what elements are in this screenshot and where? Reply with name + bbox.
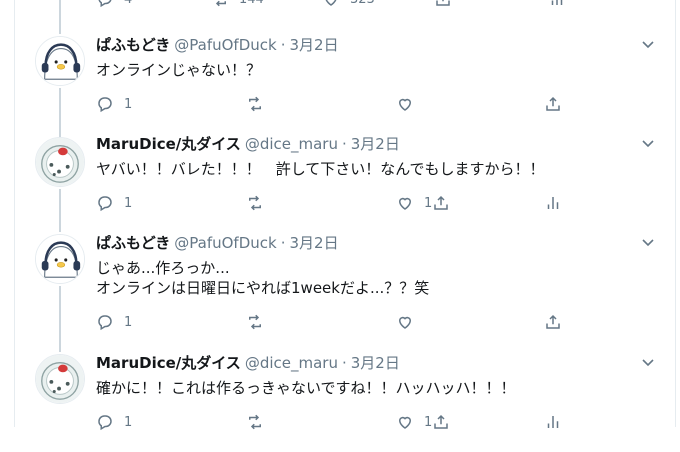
- tweet-header: ぱふもどき @PafuOfDuck · 3月2日: [96, 34, 339, 55]
- tweet[interactable]: MaruDice/丸ダイス @dice_maru · 3月2日確かに！！これは作るっき…: [14, 312, 674, 452]
- duck-avatar[interactable]: [35, 36, 85, 86]
- tweet-text: ヤバい！！バレた！！！ 許して下さい！なんでもしますから！！: [96, 160, 545, 178]
- reply-count: 4: [124, 0, 132, 7]
- separator: ·: [341, 135, 347, 153]
- reply-icon: [98, 196, 112, 212]
- tweet-text: 確かに！！これは作るっきゃないですね！！ハッハッハ！！！: [96, 379, 516, 397]
- analytics-button[interactable]: [544, 194, 562, 212]
- reply-count: 1: [124, 195, 133, 211]
- reply-button[interactable]: 1: [96, 413, 132, 431]
- user-handle[interactable]: @dice_maru: [245, 135, 338, 153]
- chevron-down-icon[interactable]: [640, 135, 656, 151]
- share-button[interactable]: [544, 95, 562, 113]
- like-button[interactable]: [396, 95, 424, 113]
- heart-icon: [398, 416, 412, 429]
- tweet-date[interactable]: 3月2日: [351, 135, 400, 153]
- reply-count: 1: [124, 414, 133, 430]
- like-button[interactable]: 1: [396, 413, 432, 431]
- reply-count: 1: [124, 314, 133, 330]
- display-name[interactable]: ぱふもどき: [96, 36, 170, 54]
- tweet[interactable]: ぱふもどき @PafuOfDuck · 3月2日じゃあ...作ろっか... オンライン…: [14, 202, 674, 348]
- chevron-down-icon[interactable]: [640, 36, 656, 52]
- retweet-icon: [215, 0, 226, 7]
- retweet-button[interactable]: [246, 413, 264, 431]
- separator: ·: [280, 36, 286, 54]
- analytics-icon: [547, 416, 559, 428]
- tweet-header: MaruDice/丸ダイス @dice_maru · 3月2日: [96, 133, 400, 154]
- user-handle[interactable]: @PafuOfDuck: [174, 36, 276, 54]
- reply-button[interactable]: 4: [96, 0, 132, 8]
- previous-tweet-actions: 4 144 323: [96, 0, 576, 10]
- reply-icon: [98, 0, 112, 8]
- tweet-date[interactable]: 3月2日: [289, 234, 338, 252]
- share-icon: [434, 195, 448, 210]
- user-handle[interactable]: @dice_maru: [245, 354, 338, 372]
- thread-line: [59, 202, 61, 232]
- retweet-count: 144: [239, 0, 264, 7]
- tweet[interactable]: ぱふもどき @PafuOfDuck · 3月2日 オンラインじゃない！？ 1: [14, 0, 674, 148]
- tweet-date[interactable]: 3月2日: [351, 354, 400, 372]
- thread-line: [59, 103, 61, 135]
- retweet-icon: [249, 195, 261, 211]
- tweet-actions: 1: [96, 95, 576, 115]
- share-button[interactable]: [544, 313, 562, 331]
- tweet-actions: 1: [96, 313, 576, 333]
- analytics-icon: [551, 0, 563, 5]
- separator: ·: [341, 354, 347, 372]
- share-button[interactable]: [432, 194, 450, 212]
- share-icon: [436, 0, 450, 6]
- tweet-date[interactable]: 3月2日: [289, 36, 338, 54]
- heart-icon: [398, 98, 412, 111]
- tweet-text: じゃあ...作ろっか... オンラインは日曜日にやれば1weekだよ...？？笑: [96, 259, 430, 297]
- retweet-button[interactable]: [246, 194, 264, 212]
- tweet-header: ぱふもどき @PafuOfDuck · 3月2日: [96, 232, 339, 253]
- share-button[interactable]: [434, 0, 452, 8]
- retweet-button[interactable]: [246, 313, 264, 331]
- tweet-actions: 11: [96, 194, 566, 214]
- analytics-icon: [547, 197, 559, 209]
- reply-icon: [98, 315, 112, 331]
- like-count: 323: [350, 0, 375, 7]
- retweet-button[interactable]: 144: [211, 0, 264, 8]
- like-button[interactable]: [396, 313, 424, 331]
- separator: ·: [280, 234, 286, 252]
- duck-avatar[interactable]: [35, 234, 85, 284]
- reply-count: 1: [124, 96, 133, 112]
- reply-button[interactable]: 1: [96, 313, 132, 331]
- retweet-icon: [249, 96, 261, 112]
- display-name[interactable]: MaruDice/丸ダイス: [96, 135, 241, 153]
- retweet-icon: [249, 314, 261, 330]
- share-icon: [434, 414, 448, 429]
- like-button[interactable]: 1: [396, 194, 432, 212]
- heart-icon: [325, 0, 337, 6]
- tweet[interactable]: MaruDice/丸ダイス @dice_maru · 3月2日ヤバい！！バレた！！！ …: [14, 103, 674, 233]
- share-button[interactable]: [432, 413, 450, 431]
- display-name[interactable]: ぱふもどき: [96, 234, 170, 252]
- tweet-header: MaruDice/丸ダイス @dice_maru · 3月2日: [96, 352, 400, 373]
- thread-line: [59, 312, 61, 352]
- retweet-icon: [249, 414, 261, 430]
- reply-button[interactable]: 1: [96, 95, 132, 113]
- like-button[interactable]: 323: [322, 0, 375, 8]
- share-icon: [546, 314, 560, 329]
- dice-avatar[interactable]: [35, 137, 85, 187]
- user-handle[interactable]: @PafuOfDuck: [174, 234, 276, 252]
- display-name[interactable]: MaruDice/丸ダイス: [96, 354, 241, 372]
- retweet-button[interactable]: [246, 95, 264, 113]
- heart-icon: [398, 197, 412, 210]
- tweet-actions: 11: [96, 413, 566, 433]
- heart-icon: [398, 316, 412, 329]
- share-icon: [546, 96, 560, 111]
- tweet-text: オンラインじゃない！？: [96, 61, 262, 79]
- analytics-button[interactable]: [544, 413, 562, 431]
- chevron-down-icon[interactable]: [640, 234, 656, 250]
- chevron-down-icon[interactable]: [640, 354, 656, 370]
- analytics-button[interactable]: [548, 0, 566, 8]
- reply-button[interactable]: 1: [96, 194, 132, 212]
- reply-icon: [98, 97, 112, 113]
- dice-avatar[interactable]: [35, 354, 85, 404]
- thread-line: [59, 0, 61, 34]
- reply-icon: [98, 415, 112, 431]
